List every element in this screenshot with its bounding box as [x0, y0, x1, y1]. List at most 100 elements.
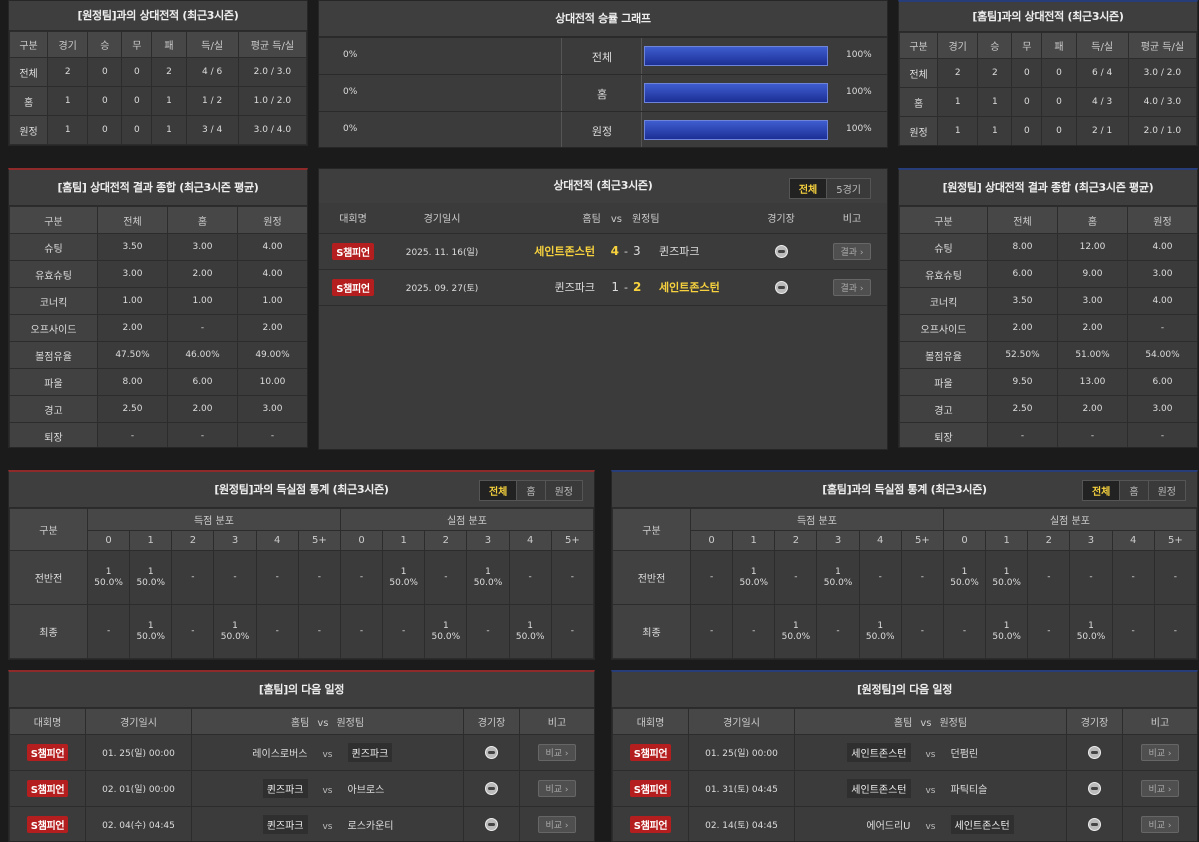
distribution-cell: -	[382, 604, 426, 659]
row-label: 슈팅	[9, 233, 98, 261]
league-badge: S챔피언	[629, 780, 672, 797]
row-label: 파울	[899, 368, 988, 396]
table-row: 경고 2.50 2.00 3.00	[9, 395, 307, 423]
tab-home[interactable]: 홈	[516, 481, 544, 500]
table-row: 전반전 -1 50.0% -1 50.0% - -1 50.0% 1 50.0% - - - -	[612, 550, 1197, 605]
table-cell: -	[237, 422, 307, 447]
away-summary-panel: [원정팀] 상대전적 결과 종합 (최근3시즌 평균) 구분 전체 홈 원정 슈팅 8.0…	[898, 168, 1198, 448]
table-cell: 9.00	[1057, 260, 1128, 288]
compare-button[interactable]: 비교 ›	[538, 744, 576, 761]
h2h-matches-panel: 상대전적 (최근3시즌) 전체 5경기 대회명 경기일시 홈팀 vs 원정팀 경기장 비고 S…	[318, 168, 888, 450]
percent-value: 50.0%	[739, 577, 769, 588]
venue-cell	[745, 268, 817, 306]
away-team-wrap: 로스카운티	[348, 817, 462, 832]
count-value: -	[836, 626, 840, 636]
column-header: 원정	[237, 206, 307, 234]
away-team: 던펌린	[950, 749, 979, 760]
count-value: -	[1131, 626, 1135, 636]
goal-count-header: 5+	[550, 530, 594, 551]
teams-cell: 퀸즈파크 vs 로스카운티	[191, 806, 464, 841]
vs-label: vs	[322, 750, 333, 760]
header-row: 구분 경기 승 무 패 득/실 평균 득/실	[9, 31, 307, 58]
winrate-bar	[644, 83, 828, 103]
table-row: S챔피언 2025. 09. 27(토) 퀸즈파크 1-2 세인트존스턴 결과 ›	[319, 268, 887, 306]
away-team: 아브로스	[347, 785, 385, 796]
table-cell: 51.00%	[1057, 341, 1128, 369]
home-summary-panel: [홈팀] 상대전적 결과 종합 (최근3시즌 평균) 구분 전체 홈 원정 슈팅 3.50…	[8, 168, 308, 448]
count-value: -	[402, 626, 406, 636]
percent-value: 50.0%	[94, 577, 123, 588]
distribution-cell: 1 50.0%	[1069, 604, 1113, 659]
distribution-cell: -	[466, 604, 510, 659]
column-header: 경기장	[745, 203, 817, 233]
vs-label: vs	[322, 786, 333, 796]
count-value: -	[275, 572, 279, 582]
tab-away[interactable]: 원정	[1147, 481, 1185, 500]
away-team-wrap: 세인트존스턴	[950, 815, 1065, 834]
column-header: 전체	[97, 206, 168, 234]
tab-all[interactable]: 전체	[479, 481, 517, 500]
compare-button[interactable]: 비교 ›	[1141, 816, 1179, 833]
row-label: 경고	[9, 395, 98, 423]
conceded-distribution-header: 실점 분포	[339, 508, 594, 531]
distribution-cell: -	[508, 550, 552, 605]
column-header: vs	[610, 214, 622, 226]
row-label: 슈팅	[899, 233, 988, 261]
compare-button[interactable]: 비교 ›	[1141, 744, 1179, 761]
distribution-cell: -	[550, 550, 594, 605]
table-row: 오프사이드 2.00 2.00-	[899, 314, 1197, 342]
league-badge: S챔피언	[629, 744, 672, 761]
table-cell: 2.00	[167, 395, 238, 423]
league-cell: S챔피언	[612, 770, 689, 807]
tab-home[interactable]: 홈	[1119, 481, 1147, 500]
teams-cell: 레이스로버스 vs 퀸즈파크	[191, 734, 464, 771]
compare-button[interactable]: 비교 ›	[538, 780, 576, 797]
column-header: 경기	[47, 31, 89, 58]
distribution-cell: -	[1153, 550, 1197, 605]
compare-button[interactable]: 비교 ›	[1141, 780, 1179, 797]
panel-title: 상대전적 승률 그래프	[319, 1, 887, 37]
goal-count-header: 4	[1111, 530, 1155, 551]
home-team: 퀸즈파크	[262, 779, 308, 798]
table-cell: 49.00%	[237, 341, 307, 369]
column-header: 대회명	[319, 203, 387, 233]
teams-header: 홈팀 vs 원정팀	[794, 708, 1067, 735]
table-row: S챔피언 2025. 11. 16(일) 세인트존스턴 4-3 퀸즈파크 결과 ›	[319, 232, 887, 270]
row-label: 전체	[9, 57, 49, 87]
winrate-bar-track	[644, 83, 828, 103]
table-row: 코너킥 3.50 3.00 4.00	[899, 287, 1197, 315]
count-value: -	[1173, 626, 1177, 636]
goal-count-header: 4	[255, 530, 299, 551]
league-badge: S챔피언	[332, 278, 374, 296]
away-team: 세인트존스턴	[659, 281, 720, 294]
compare-button[interactable]: 비교 ›	[538, 816, 576, 833]
tab-all[interactable]: 전체	[789, 179, 827, 198]
table-row: 오프사이드 2.00-2.00	[9, 314, 307, 342]
stadium-icon	[1088, 818, 1101, 831]
percent-value: 50.0%	[865, 631, 895, 642]
divider	[641, 38, 642, 74]
note-cell: 비교 ›	[1122, 806, 1197, 841]
row-label: 퇴장	[899, 422, 988, 447]
result-button[interactable]: 결과 ›	[833, 278, 871, 296]
distribution-cell: 1 50.0%	[858, 604, 902, 659]
table-cell: 2	[47, 57, 89, 87]
tab-away[interactable]: 원정	[544, 481, 582, 500]
result-button[interactable]: 결과 ›	[833, 242, 871, 260]
conceded-distribution-header: 실점 분포	[942, 508, 1197, 531]
table-cell: 1	[937, 116, 979, 145]
row-label: 최종	[9, 604, 88, 659]
table-cell: 0	[121, 86, 153, 116]
tab-all[interactable]: 전체	[1082, 481, 1120, 500]
away-team: 파틱티슬	[950, 785, 988, 796]
table-row: 퇴장 - - -	[9, 422, 307, 447]
goals-home-panel: [홈팀]과의 득실점 통계 (최근3시즌) 전체 홈 원정 구분 득점 분포 실점 …	[611, 470, 1198, 660]
winrate-left-value: 0%	[343, 124, 358, 134]
column-header: 홈팀	[290, 718, 310, 729]
goal-count-header: 3	[466, 530, 510, 551]
table-cell: 46.00%	[167, 341, 238, 369]
column-header: 승	[87, 31, 123, 58]
row-label: 코너킥	[899, 287, 988, 315]
tab-5-games[interactable]: 5경기	[826, 179, 870, 198]
table-cell: 0	[1011, 116, 1043, 145]
